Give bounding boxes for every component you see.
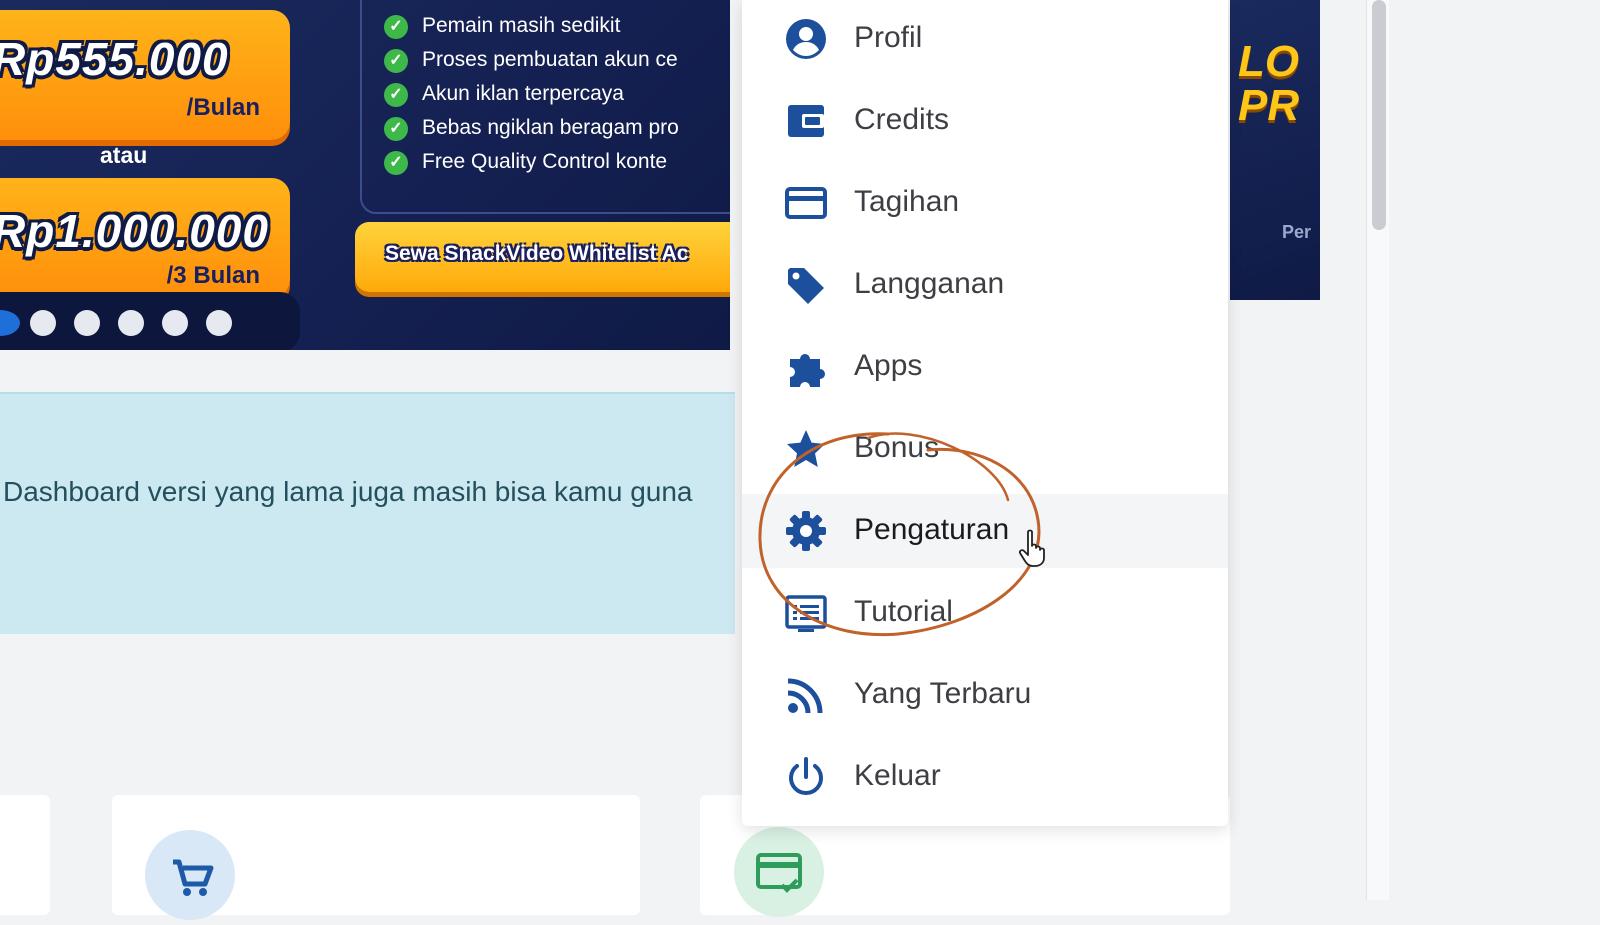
notice-text: Dashboard versi yang lama juga masih bis… <box>3 476 693 507</box>
credit-card-icon <box>785 187 827 219</box>
tutorial-icon <box>785 595 827 632</box>
carousel-dot[interactable] <box>74 310 100 336</box>
carousel-dot[interactable] <box>30 310 56 336</box>
cart-icon <box>173 859 214 896</box>
price-separator: atau <box>100 142 148 168</box>
carousel-dot-active[interactable] <box>0 310 20 336</box>
menu-item-tagihan[interactable]: Tagihan <box>742 166 1228 240</box>
wallet-icon <box>788 105 824 137</box>
menu-item-pengaturan[interactable]: Pengaturan <box>742 494 1228 568</box>
payment-check-icon <box>756 853 802 893</box>
hand-cursor-icon <box>1018 529 1045 567</box>
carousel-dot[interactable] <box>118 310 144 336</box>
feature-item: ✓ Proses pembuatan akun ce <box>384 48 678 73</box>
price-monthly-period: /Bulan <box>186 94 260 121</box>
dashboard-card[interactable] <box>0 795 50 915</box>
carousel-dot[interactable] <box>162 310 188 336</box>
menu-item-label: Langganan <box>854 267 1005 300</box>
feature-item: ✓ Akun iklan terpercaya <box>384 82 624 107</box>
info-notice: Dashboard versi yang lama juga masih bis… <box>0 392 735 634</box>
user-circle-icon <box>786 19 826 59</box>
check-icon: ✓ <box>384 15 408 39</box>
feature-item: ✓ Pemain masih sedikit <box>384 14 620 39</box>
secondary-banner-title: LO PR <box>1238 37 1300 130</box>
cart-icon-badge <box>145 830 235 920</box>
feature-item: ✓ Bebas ngiklan beragam pro <box>384 116 679 141</box>
menu-item-label: Credits <box>854 103 950 136</box>
menu-item-label: Keluar <box>854 759 941 792</box>
menu-item-label: Pengaturan <box>854 513 1010 546</box>
menu-item-label: Apps <box>854 349 923 382</box>
menu-item-label: Tagihan <box>854 185 960 218</box>
menu-item-keluar[interactable]: Keluar <box>742 740 1228 814</box>
check-icon: ✓ <box>384 49 408 73</box>
gear-icon <box>786 511 826 551</box>
price-quarterly: Rp1.000.000 <box>0 205 269 257</box>
star-icon <box>787 430 825 467</box>
menu-item-yang-terbaru[interactable]: Yang Terbaru <box>742 658 1228 732</box>
account-dropdown-menu: Profil Credits Tagihan Langganan Apps Bo… <box>742 0 1228 826</box>
tag-icon <box>788 268 824 304</box>
price-box-monthly: Rp555.000 /Bulan <box>0 10 290 140</box>
price-quarterly-period: /3 Bulan <box>166 262 260 289</box>
menu-item-label: Tutorial <box>854 595 953 628</box>
menu-item-profil[interactable]: Profil <box>742 2 1228 76</box>
menu-item-apps[interactable]: Apps <box>742 330 1228 404</box>
check-icon: ✓ <box>384 151 408 175</box>
menu-item-label: Yang Terbaru <box>854 677 1032 710</box>
price-monthly: Rp555.000 <box>0 33 229 85</box>
menu-item-credits[interactable]: Credits <box>742 84 1228 158</box>
secondary-promo-banner[interactable]: LO PR Per <box>1230 0 1320 300</box>
scrollbar-thumb[interactable] <box>1372 0 1386 230</box>
feature-list: ✓ Pemain masih sedikit ✓ Proses pembuatan … <box>360 0 730 214</box>
menu-item-label: Profil <box>854 21 923 54</box>
puzzle-icon <box>790 354 825 387</box>
carousel-indicators <box>0 292 300 350</box>
price-box-quarterly: Rp1.000.000 /3 Bulan <box>0 178 290 298</box>
rent-whitelist-label: Sewa SnackVideo Whitelist Ac <box>385 242 689 265</box>
menu-item-langganan[interactable]: Langganan <box>742 248 1228 322</box>
power-icon <box>789 757 823 795</box>
feature-item: ✓ Free Quality Control konte <box>384 150 667 175</box>
payment-check-icon-badge <box>734 827 824 917</box>
promo-banner[interactable]: Rp555.000 /Bulan atau Rp1.000.000 /3 Bul… <box>0 0 730 350</box>
check-icon: ✓ <box>384 83 408 107</box>
menu-item-bonus[interactable]: Bonus <box>742 412 1228 486</box>
rss-icon <box>787 678 823 714</box>
secondary-banner-caption: Per <box>1282 222 1312 242</box>
check-icon: ✓ <box>384 117 408 141</box>
menu-item-tutorial[interactable]: Tutorial <box>742 576 1228 650</box>
carousel-dot[interactable] <box>206 310 232 336</box>
menu-item-label: Bonus <box>854 431 940 464</box>
rent-whitelist-button[interactable]: Sewa SnackVideo Whitelist Ac <box>355 222 730 292</box>
